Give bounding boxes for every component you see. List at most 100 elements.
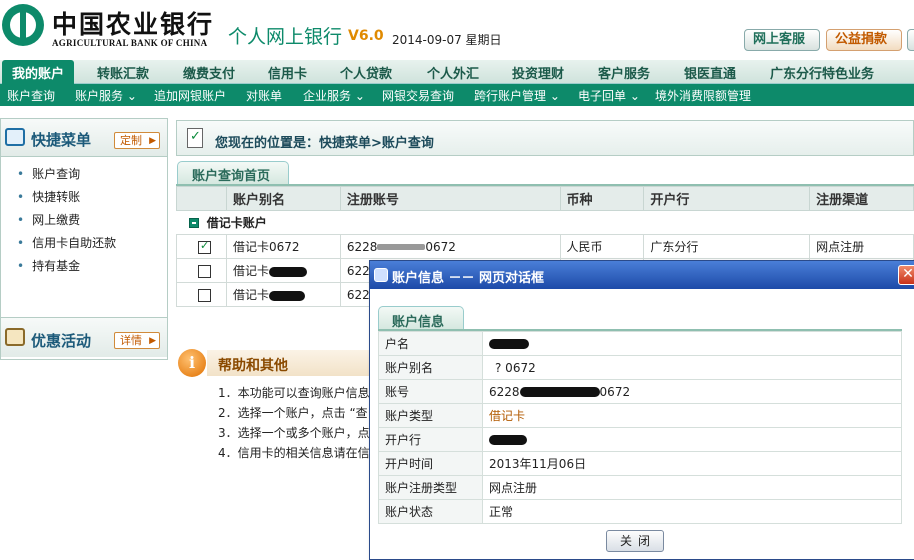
redacted-text [489,435,527,445]
cell-account: 6228 0672 [339,234,561,259]
subnav-statement[interactable]: 对账单 [246,87,282,104]
redacted-text [489,339,529,349]
masked-digits [377,244,426,250]
subnav-add-account[interactable]: 追加网银账户 [154,87,226,104]
subnav-enterprise-service[interactable]: 企业服务 ⌄ [303,87,365,104]
account-info-table: 户名 账户别名 ? 0672 账号 6228 0672 账户类型 借记卡 开户行 … [378,331,902,524]
quick-menu-item[interactable]: 持有基金 [17,257,116,280]
main-nav: 我的账户 转账汇款 缴费支付 信用卡 个人贷款 个人外汇 投资理财 客户服务 银… [0,60,914,84]
nav-bank-hospital[interactable]: 银医直通 [684,63,736,82]
group-row-debit-card: 借记卡账户 [176,210,914,235]
nav-my-account[interactable]: 我的账户 [2,60,75,84]
value-account-type: 借记卡 [482,403,902,428]
more-button[interactable] [907,29,914,51]
value-branch [482,427,902,452]
quick-menu-list: 账户查询 快捷转账 网上缴费 信用卡自助还款 持有基金 [17,165,116,280]
details-label: 详情 [120,334,142,347]
info-row: 账户别名 ? 0672 [378,355,902,380]
row-checkbox[interactable] [198,264,211,278]
col-header-branch: 开户行 [643,186,811,211]
account-info-dialog: 账户信息 －－ 网页对话框 ✕ 账户信息 户名 账户别名 ? 0672 账号 6… [369,260,914,560]
subnav-account-service[interactable]: 账户服务 ⌄ [75,87,137,104]
col-header-alias: 账户别名 [225,186,341,211]
label-branch: 开户行 [378,427,483,452]
collapse-icon[interactable] [188,218,199,228]
subnav-transaction-query[interactable]: 网银交易查询 [382,87,454,104]
label-alias: 账户别名 [378,355,483,380]
nav-personal-loan[interactable]: 个人贷款 [340,63,392,82]
quick-menu-item[interactable]: 网上缴费 [17,211,116,234]
value-status: 正常 [482,499,902,524]
customize-label: 定制 [120,134,142,147]
promo-icon [5,328,25,346]
nav-transfer[interactable]: 转账汇款 [97,63,149,82]
alias-text: 借记卡 [232,264,269,278]
quick-menu-item[interactable]: 快捷转账 [17,188,116,211]
nav-forex[interactable]: 个人外汇 [427,63,479,82]
quick-menu-panel: 快捷菜单 定制 ▶ 账户查询 快捷转账 网上缴费 信用卡自助还款 持有基金 优惠… [0,118,168,360]
promo-section: 优惠活动 详情 ▶ [1,317,167,357]
tab-account-query-home[interactable]: 账户查询首页 [177,161,289,185]
quick-menu-title: 快捷菜单 [31,131,92,149]
subnav-e-receipt[interactable]: 电子回单 ⌄ [578,87,640,104]
cell-branch: 广东分行 [643,234,811,259]
info-row: 户名 [378,331,902,356]
close-button[interactable]: 关闭 [606,530,664,552]
help-list: 1．本功能可以查询账户信息 2．选择一个账户，点击 “查 3．选择一个或多个账户… [218,384,370,464]
nav-credit-card[interactable]: 信用卡 [268,63,307,82]
location-bar: 您现在的位置是：快捷菜单>账户查询 [176,120,914,156]
arrow-right-icon: ▶ [149,136,156,146]
quick-menu-header: 快捷菜单 定制 ▶ [1,119,167,157]
col-header-account: 注册账号 [339,186,561,211]
alias-text: 借记卡 [232,288,269,302]
subnav-account-query[interactable]: 账户查询 [7,87,55,104]
label-open-date: 开户时间 [378,451,483,476]
details-button[interactable]: 详情 ▶ [114,332,160,349]
help-item: 3．选择一个或多个账户，点 [218,426,370,440]
help-item: 4．信用卡的相关信息请在信 [218,446,370,460]
nav-guangdong-special[interactable]: 广东分行特色业务 [770,63,874,82]
col-header-channel: 注册渠道 [809,186,914,211]
nav-investment[interactable]: 投资理财 [512,63,564,82]
row-checkbox[interactable] [198,288,211,302]
dialog-title: 账户信息 －－ 网页对话框 [392,271,545,286]
value-register-type: 网点注册 [482,475,902,500]
row-checkbox[interactable] [198,239,211,254]
customize-button[interactable]: 定制 ▶ [114,132,160,149]
redacted-text [268,290,305,301]
charity-button[interactable]: 公益捐款 [826,29,902,51]
sub-nav: 账户查询 账户服务 ⌄ 追加网银账户 对账单 企业服务 ⌄ 网银交易查询 跨行账… [0,84,914,106]
nav-customer-service[interactable]: 客户服务 [598,63,650,82]
quick-menu-item[interactable]: 账户查询 [17,165,116,188]
info-row: 开户行 [378,427,902,452]
ie-page-icon [374,268,388,282]
quick-menu-item[interactable]: 信用卡自助还款 [17,234,116,257]
system-name: 个人网上银行 [228,26,343,48]
checklist-icon [187,128,203,148]
cell-channel: 网点注册 [809,234,914,259]
tab-account-info[interactable]: 账户信息 [378,306,464,330]
subnav-overseas-limit[interactable]: 境外消费限额管理 [655,87,751,104]
info-icon: i [178,349,206,377]
help-item: 1．本功能可以查询账户信息 [218,386,370,400]
info-row: 账号 6228 0672 [378,379,902,404]
label-account-name: 户名 [378,331,483,356]
account-prefix: 6228 [346,239,378,254]
col-header-currency: 币种 [559,186,645,211]
close-icon[interactable]: ✕ [898,265,914,285]
label-account-type: 账户类型 [378,403,483,428]
dialog-titlebar[interactable]: 账户信息 －－ 网页对话框 ✕ [370,261,914,289]
info-row: 账户类型 借记卡 [378,403,902,428]
info-row: 账户状态 正常 [378,499,902,524]
value-alias: ? 0672 [482,355,902,380]
customer-service-button[interactable]: 网上客服 [744,29,820,51]
table-row[interactable]: 借记卡0672 6228 0672 人民币 广东分行 网点注册 [176,234,914,259]
promo-title: 优惠活动 [31,332,92,350]
label-account-number: 账号 [378,379,483,404]
nav-payment[interactable]: 缴费支付 [183,63,235,82]
value-open-date: 2013年11月06日 [482,451,902,476]
cell-alias: 借记卡 [225,258,341,283]
quick-menu-icon [5,128,25,146]
cell-alias: 借记卡0672 [225,234,341,259]
subnav-interbank-management[interactable]: 跨行账户管理 ⌄ [474,87,560,104]
